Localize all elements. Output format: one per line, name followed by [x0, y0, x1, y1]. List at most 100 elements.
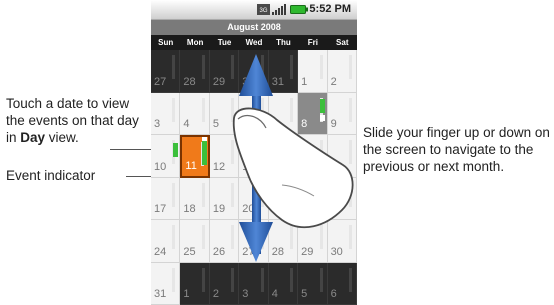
event-slot-marker — [202, 137, 208, 141]
calendar-day[interactable]: 5 — [209, 92, 240, 135]
day-timeline-bar — [260, 225, 264, 249]
calendar-day[interactable]: 28 — [268, 220, 299, 263]
calendar-day[interactable]: 25 — [180, 220, 210, 263]
day-timeline-bar — [319, 267, 323, 292]
day-number: 3 — [242, 288, 249, 300]
calendar-day[interactable]: 23 — [327, 177, 357, 220]
calendar-day-other-month[interactable]: 29 — [209, 50, 240, 93]
calendar-day[interactable]: 13 — [239, 135, 269, 178]
calendar-day-other-month[interactable]: 28 — [180, 50, 210, 93]
calendar-day[interactable]: 6 — [239, 92, 269, 135]
day-number: 2 — [212, 288, 219, 300]
calendar-day-other-month[interactable]: 3 — [239, 262, 269, 305]
day-timeline-bar — [260, 140, 264, 164]
calendar-day[interactable]: 12 — [209, 135, 240, 178]
day-timeline-bar — [290, 97, 294, 122]
calendar-day[interactable]: 27 — [239, 220, 269, 263]
calendar-day-other-month[interactable]: 1 — [180, 262, 210, 305]
day-timeline-bar — [348, 140, 352, 164]
day-timeline-bar — [348, 182, 352, 207]
calendar-day[interactable]: 7 — [268, 92, 299, 135]
calendar-day-other-month[interactable]: 6 — [327, 262, 357, 305]
calendar-day[interactable]: 22 — [298, 177, 328, 220]
day-timeline-bar — [201, 267, 205, 292]
day-number: 31 — [271, 75, 284, 88]
calendar-day[interactable]: 31 — [151, 262, 181, 305]
calendar-day[interactable]: 18 — [180, 177, 210, 220]
day-timeline-bar — [260, 97, 264, 122]
day-timeline-bar — [290, 267, 294, 292]
day-number: 16 — [330, 160, 343, 173]
day-timeline-bar — [231, 225, 235, 249]
weekday-label: Tue — [217, 38, 232, 47]
calendar-day[interactable]: 24 — [151, 220, 181, 263]
event-indicator — [320, 98, 326, 113]
calendar-day[interactable]: 15 — [298, 135, 328, 178]
calendar-day[interactable]: 1 — [298, 50, 328, 93]
day-timeline-bar — [201, 97, 205, 122]
callout-event-indicator: Event indicator — [6, 168, 96, 183]
day-timeline-bar — [290, 182, 294, 207]
calendar-day[interactable]: 3 — [151, 92, 181, 135]
callout-slide-finger: Slide your finger up or down on the scre… — [363, 125, 550, 174]
day-timeline-bar — [231, 55, 235, 79]
day-number: 18 — [183, 203, 196, 215]
svg-text:3G: 3G — [259, 8, 267, 14]
calendar-day[interactable]: 20 — [239, 177, 269, 220]
day-number: 26 — [212, 245, 226, 258]
calendar-day-other-month[interactable]: 2 — [209, 262, 240, 305]
day-timeline-bar — [201, 225, 205, 249]
day-timeline-bar — [172, 225, 176, 249]
calendar-day[interactable]: 9 — [327, 92, 357, 135]
day-number: 14 — [271, 160, 284, 173]
calendar-day[interactable]: 14 — [268, 135, 299, 178]
day-number: 20 — [242, 203, 255, 215]
calendar-day[interactable]: 17 — [151, 177, 181, 220]
calendar-day[interactable]: 4 — [180, 92, 210, 135]
day-number: 17 — [154, 203, 167, 215]
calendar-day[interactable]: 30 — [327, 220, 357, 263]
day-number: 5 — [212, 118, 219, 130]
day-number: 21 — [271, 203, 284, 215]
calendar-day[interactable]: 21 — [268, 177, 299, 220]
calendar-day-other-month[interactable]: 31 — [268, 50, 299, 93]
status-bar: 3G 5:52 PM — [151, 0, 357, 20]
day-number: 8 — [301, 118, 308, 130]
day-number: 7 — [271, 118, 278, 130]
day-timeline-bar — [290, 140, 294, 164]
calendar-day-other-month[interactable]: 30 — [239, 50, 269, 93]
day-number: 12 — [212, 160, 226, 173]
day-number: 4 — [183, 118, 190, 130]
calendar-day[interactable]: 19 — [209, 177, 240, 220]
day-number: 30 — [330, 245, 343, 258]
calendar-day[interactable]: 26 — [209, 220, 240, 263]
weekday-label: Mon — [186, 38, 204, 47]
month-title: August 2008 — [151, 20, 357, 35]
day-timeline-bar — [201, 55, 205, 79]
day-number: 15 — [301, 160, 314, 173]
day-timeline-bar — [319, 225, 323, 249]
day-number: 10 — [154, 160, 167, 173]
calendar-day[interactable]: 29 — [298, 220, 328, 263]
weekday-label: Sun — [158, 38, 174, 47]
day-number: 5 — [301, 288, 308, 300]
day-timeline-bar — [348, 55, 352, 79]
day-number: 27 — [242, 245, 255, 258]
day-timeline-bar — [260, 267, 264, 292]
calendar-day-other-month[interactable]: 4 — [268, 262, 299, 305]
calendar-day-other-month[interactable]: 5 — [298, 262, 328, 305]
day-timeline-bar — [231, 97, 235, 122]
calendar-day-other-month[interactable]: 27 — [151, 50, 181, 93]
day-number: 1 — [183, 288, 190, 300]
calendar-day[interactable]: 2 — [327, 50, 357, 93]
day-timeline-bar — [290, 55, 294, 79]
day-timeline-bar — [172, 182, 176, 207]
day-timeline-bar — [231, 182, 235, 207]
status-time: 5:52 PM — [309, 3, 351, 15]
event-indicator — [173, 143, 178, 157]
calendar-grid: 27 28 29 30 31 1 2 3 4 5 6 7 8 9 10 11 12 13 14 15 16 17 18 19 2… — [151, 50, 357, 305]
day-number: 30 — [242, 75, 255, 88]
phone-screen: 3G 5:52 PM August 2008 Sun Mon Tue Wed Thu Fr… — [151, 0, 357, 305]
weekday-label: Thu — [276, 38, 291, 47]
calendar-day[interactable]: 16 — [327, 135, 357, 178]
